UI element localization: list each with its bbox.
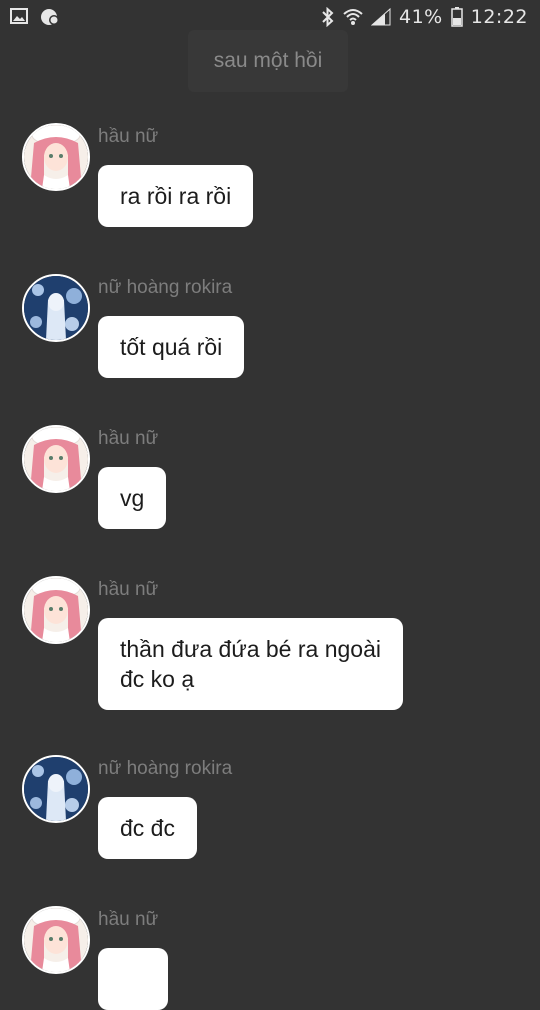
sender-name: hầu nữ [98, 579, 159, 600]
avatar[interactable] [22, 123, 90, 191]
message-bubble[interactable]: thần đưa đứa bé ra ngoài đc ko ạ [98, 618, 403, 710]
sender-name: hầu nữ [98, 909, 159, 930]
notification-icon [40, 8, 60, 26]
signal-icon [371, 8, 391, 26]
message-bubble[interactable] [98, 948, 168, 1010]
avatar[interactable] [22, 906, 90, 974]
message-bubble[interactable]: tốt quá rồi [98, 316, 245, 378]
sender-name: nữ hoàng rokira [98, 758, 233, 779]
bluetooth-icon [321, 7, 335, 27]
avatar[interactable] [22, 576, 90, 644]
sender-name: nữ hoàng rokira [98, 277, 233, 298]
wifi-icon [343, 8, 363, 26]
time-divider: sau một hồi [188, 30, 348, 92]
avatar[interactable] [22, 755, 90, 823]
battery-icon [450, 7, 463, 27]
message-bubble[interactable]: ra rồi ra rồi [98, 165, 254, 227]
image-icon [10, 8, 28, 26]
message-bubble[interactable]: đc đc [98, 797, 197, 859]
sender-name: hầu nữ [98, 428, 159, 449]
battery-percent: 41% [399, 6, 443, 28]
message-bubble[interactable]: vg [98, 467, 167, 529]
sender-name: hầu nữ [98, 126, 159, 147]
avatar[interactable] [22, 425, 90, 493]
avatar[interactable] [22, 274, 90, 342]
clock: 12:22 [470, 6, 528, 28]
